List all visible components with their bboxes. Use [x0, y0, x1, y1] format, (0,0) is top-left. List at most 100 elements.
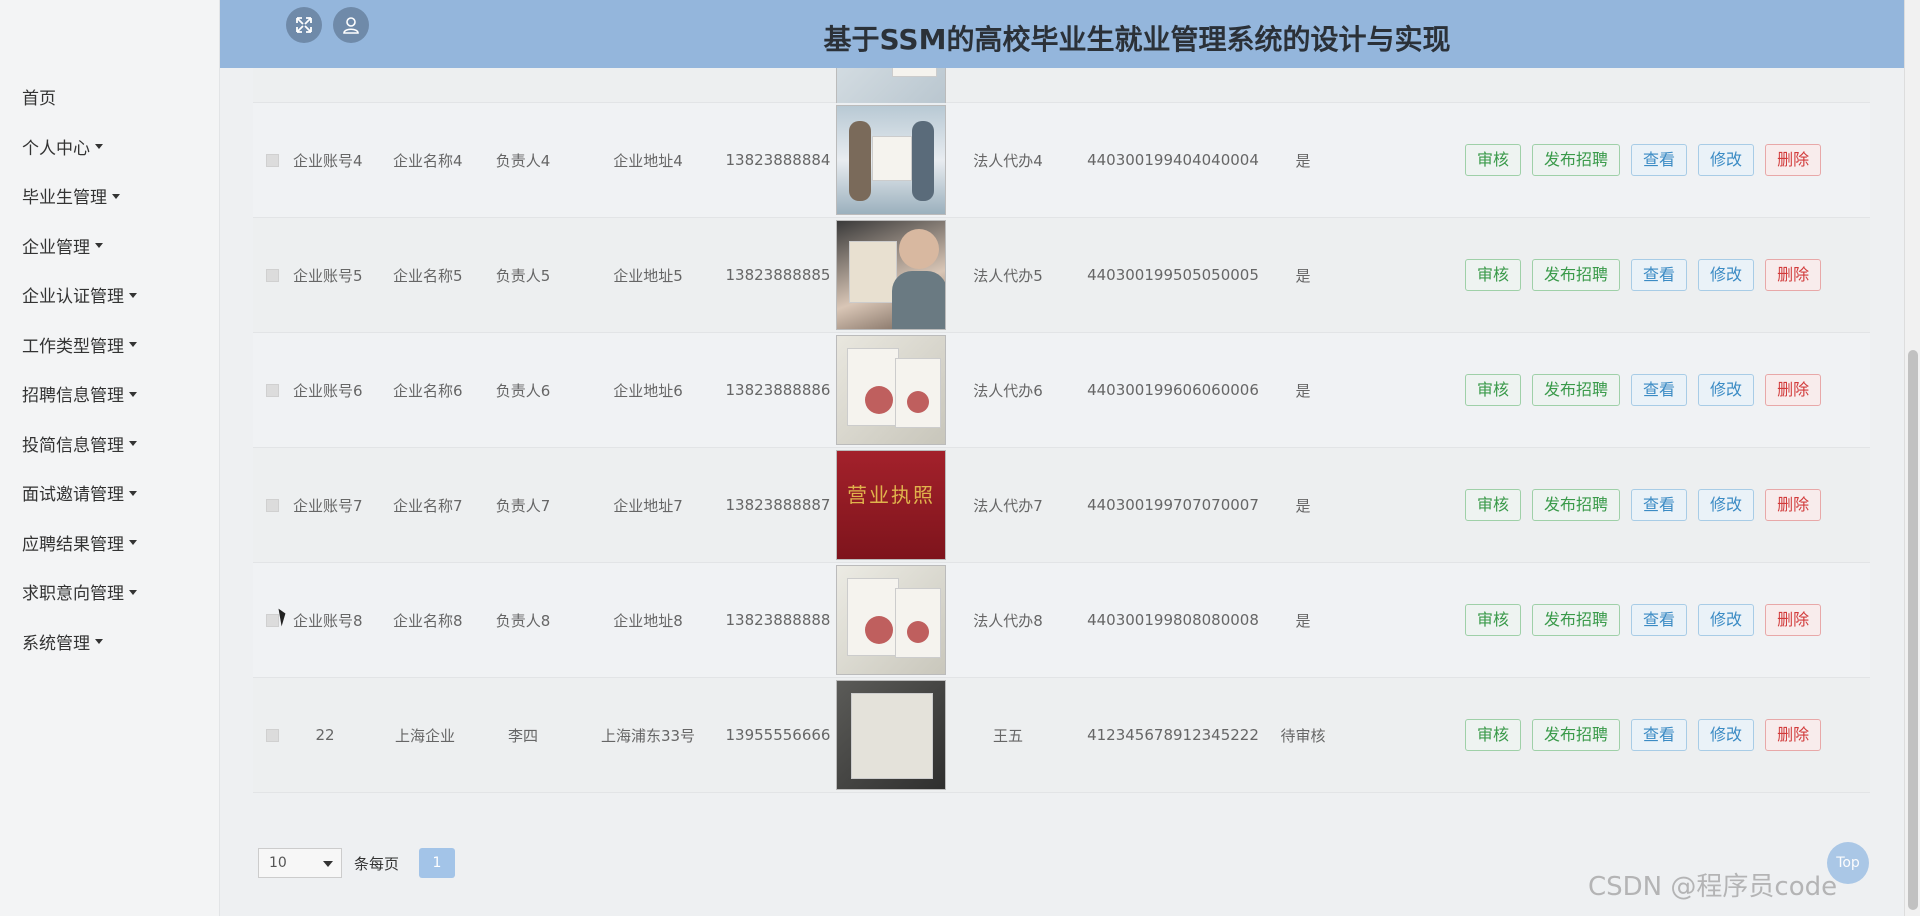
- edit-button[interactable]: 修改: [1698, 259, 1755, 291]
- business-license-image: [836, 335, 946, 445]
- contact-person: 李四: [507, 726, 538, 745]
- sidebar-item[interactable]: 应聘结果管理: [0, 521, 219, 571]
- view-button[interactable]: 查看: [1631, 374, 1688, 406]
- table-row: 企业账号5 企业名称5 负责人5 企业地址5 13823888885 法人代办5 44030…: [253, 218, 1870, 333]
- row-actions: 审核发布招聘查看修改删除: [1465, 604, 1822, 636]
- caret-down-icon: [129, 490, 137, 496]
- sidebar-item-label: 面试邀请管理: [22, 485, 124, 505]
- publish-recruitment-button[interactable]: 发布招聘: [1532, 719, 1621, 751]
- sidebar-item[interactable]: 个人中心: [0, 125, 219, 175]
- audit-status: 是: [1295, 381, 1311, 400]
- table-row: 企业账号4 企业名称4 负责人4 企业地址4 13823888884 法人代办4 44030…: [253, 103, 1870, 218]
- caret-down-icon: [112, 193, 120, 199]
- sidebar-item[interactable]: 首页: [0, 75, 219, 125]
- caret-down-icon: [95, 639, 103, 644]
- audit-button[interactable]: 审核: [1465, 719, 1522, 751]
- delete-button[interactable]: 删除: [1765, 259, 1822, 291]
- sidebar-menu: 首页 个人中心毕业生管理企业管理企业认证管理 工作类型管理招聘信息管理投简信息管理面…: [0, 0, 219, 669]
- per-page-label: 条每页: [354, 854, 400, 873]
- page-title: 基于SSM的高校毕业生就业管理系统的设计与实现: [823, 23, 1451, 56]
- sidebar-item[interactable]: 企业认证管理: [0, 273, 219, 323]
- audit-status: 是: [1295, 266, 1311, 285]
- chevron-down-icon: [323, 861, 333, 867]
- delete-button[interactable]: 删除: [1765, 489, 1822, 521]
- business-license-image: [836, 565, 946, 675]
- caret-down-icon: [129, 589, 137, 595]
- page-number-button[interactable]: 1: [419, 848, 456, 878]
- enterprise-address: 企业地址6: [613, 381, 683, 400]
- credit-code: 412345678912345222: [1087, 726, 1259, 744]
- view-button[interactable]: 查看: [1631, 144, 1688, 176]
- publish-recruitment-button[interactable]: 发布招聘: [1532, 259, 1621, 291]
- publish-recruitment-button[interactable]: 发布招聘: [1532, 604, 1621, 636]
- edit-button[interactable]: 修改: [1698, 489, 1755, 521]
- row-checkbox[interactable]: [266, 153, 279, 167]
- row-actions: 审核发布招聘查看修改删除: [1465, 374, 1822, 406]
- top-header: 基于SSM的高校毕业生就业管理系统的设计与实现: [220, 0, 1904, 68]
- row-checkbox[interactable]: [266, 498, 279, 512]
- page-size-select[interactable]: 10: [258, 848, 342, 878]
- contact-person: 负责人5: [495, 266, 551, 285]
- publish-recruitment-button[interactable]: 发布招聘: [1532, 144, 1621, 176]
- contact-phone: 13823888886: [725, 381, 831, 399]
- view-button[interactable]: 查看: [1631, 259, 1688, 291]
- delete-button[interactable]: 删除: [1765, 604, 1822, 636]
- edit-button[interactable]: 修改: [1698, 144, 1755, 176]
- audit-button[interactable]: 审核: [1465, 489, 1522, 521]
- sidebar-item[interactable]: 求职意向管理: [0, 570, 219, 620]
- sidebar-item[interactable]: 系统管理: [0, 620, 219, 670]
- sidebar-item[interactable]: 企业管理: [0, 224, 219, 274]
- sidebar-item-label: 求职意向管理: [22, 584, 124, 604]
- publish-recruitment-button[interactable]: 发布招聘: [1532, 489, 1621, 521]
- sidebar-item-label: 企业管理: [22, 237, 90, 258]
- sidebar-item[interactable]: 毕业生管理: [0, 174, 219, 224]
- audit-status: 是: [1295, 611, 1311, 630]
- row-checkbox[interactable]: [266, 268, 279, 282]
- row-checkbox[interactable]: [266, 613, 279, 627]
- audit-button[interactable]: 审核: [1465, 374, 1522, 406]
- edit-button[interactable]: 修改: [1698, 374, 1755, 406]
- delete-button[interactable]: 删除: [1765, 374, 1822, 406]
- row-actions: 审核发布招聘查看修改删除: [1465, 144, 1822, 176]
- sidebar-item-label: 招聘信息管理: [22, 386, 124, 406]
- audit-button[interactable]: 审核: [1465, 604, 1522, 636]
- enterprise-account: 企业账号4: [293, 151, 363, 170]
- audit-button[interactable]: 审核: [1465, 144, 1522, 176]
- caret-down-icon: [129, 391, 137, 397]
- edit-button[interactable]: 修改: [1698, 604, 1755, 636]
- legal-agent: 王五: [992, 726, 1023, 745]
- sidebar-item[interactable]: 投简信息管理: [0, 422, 219, 472]
- sidebar-item[interactable]: 工作类型管理: [0, 323, 219, 373]
- edit-button[interactable]: 修改: [1698, 719, 1755, 751]
- contact-person: 负责人8: [495, 611, 551, 630]
- row-checkbox[interactable]: [266, 383, 279, 397]
- row-actions: 审核发布招聘查看修改删除: [1465, 259, 1822, 291]
- scrollbar-thumb[interactable]: [1908, 350, 1918, 910]
- enterprise-account: 企业账号5: [293, 266, 363, 285]
- legal-agent: 法人代办8: [973, 611, 1043, 630]
- view-button[interactable]: 查看: [1631, 604, 1688, 636]
- business-license-image: [836, 220, 946, 330]
- contact-phone: 13955556666: [725, 726, 831, 744]
- publish-recruitment-button[interactable]: 发布招聘: [1532, 374, 1621, 406]
- enterprise-table: 企业账号3企业名称3负责人3企业地址313823888883法人代办344030…: [253, 0, 1870, 820]
- enterprise-address: 企业地址7: [613, 496, 683, 515]
- sidebar-item[interactable]: 招聘信息管理: [0, 372, 219, 422]
- contact-person: 负责人4: [495, 151, 551, 170]
- credit-code: 440300199606060006: [1087, 381, 1259, 399]
- enterprise-address: 企业地址4: [613, 151, 683, 170]
- row-checkbox[interactable]: [266, 728, 279, 742]
- sidebar-item[interactable]: 面试邀请管理: [0, 471, 219, 521]
- scrollbar[interactable]: [1904, 0, 1920, 916]
- table-row: 22 上海企业 李四 上海浦东33号 13955556666 王五 412345678912…: [253, 678, 1870, 793]
- delete-button[interactable]: 删除: [1765, 719, 1822, 751]
- sidebar-item-label: 毕业生管理: [22, 188, 107, 208]
- watermark: CSDN @程序员code: [1588, 872, 1838, 902]
- view-button[interactable]: 查看: [1631, 719, 1688, 751]
- audit-button[interactable]: 审核: [1465, 259, 1522, 291]
- enterprise-address: 上海浦东33号: [600, 726, 696, 745]
- credit-code: 440300199404040004: [1087, 151, 1259, 169]
- view-button[interactable]: 查看: [1631, 489, 1688, 521]
- delete-button[interactable]: 删除: [1765, 144, 1822, 176]
- enterprise-account: 企业账号8: [293, 611, 363, 630]
